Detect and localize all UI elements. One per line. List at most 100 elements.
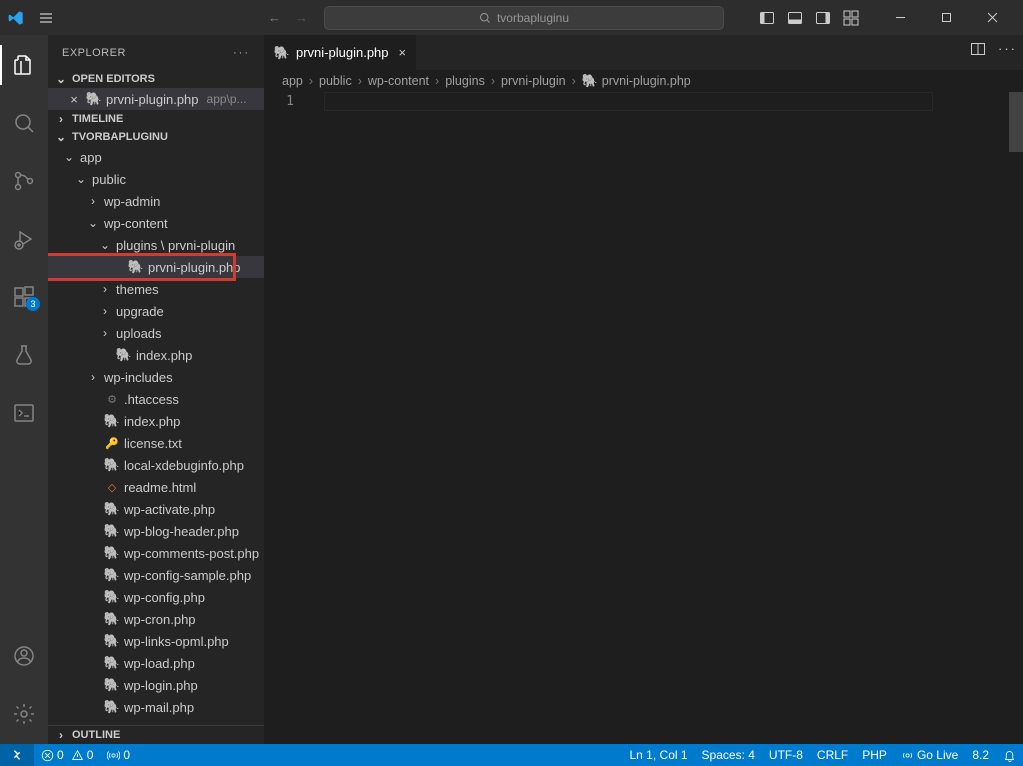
activity-account[interactable]	[0, 636, 48, 676]
tree-folder[interactable]: ⌄wp-content	[48, 212, 264, 234]
tree-item-label: readme.html	[124, 480, 196, 495]
tree-file[interactable]: 🐘wp-mail.php	[48, 696, 264, 718]
window-minimize[interactable]	[877, 0, 923, 35]
layout-primary-icon[interactable]	[759, 10, 775, 26]
status-notifications[interactable]	[996, 749, 1023, 762]
breadcrumb-item[interactable]: prvni-plugin.php	[602, 74, 691, 88]
window-close[interactable]	[969, 0, 1015, 35]
tree-item-label: wp-admin	[104, 194, 160, 209]
layout-customize-icon[interactable]	[843, 10, 859, 26]
breadcrumb-item[interactable]: prvni-plugin	[501, 74, 566, 88]
remote-button[interactable]	[0, 744, 34, 766]
chevron-right-icon: ›	[54, 728, 68, 742]
menu-button[interactable]	[32, 6, 60, 30]
split-editor-icon[interactable]	[970, 41, 986, 57]
activity-explorer[interactable]	[0, 45, 48, 85]
tree-file[interactable]: ◇readme.html	[48, 476, 264, 498]
command-center[interactable]: tvorbapluginu	[324, 6, 724, 30]
open-editors-section[interactable]: ⌄ OPEN EDITORS	[48, 70, 264, 88]
tree-item-label: public	[92, 172, 126, 187]
tree-folder[interactable]: ⌄app	[48, 146, 264, 168]
status-cursor[interactable]: Ln 1, Col 1	[623, 748, 695, 762]
explorer-more-icon[interactable]: ···	[233, 47, 250, 59]
editor-tab[interactable]: 🐘 prvni-plugin.php ×	[264, 35, 417, 70]
chevron-right-icon: ›	[86, 370, 100, 384]
status-ext[interactable]: 8.2	[965, 748, 996, 762]
status-bar: 0 0 0 Ln 1, Col 1 Spaces: 4 UTF-8 CRLF P…	[0, 744, 1023, 766]
php-icon: 🐘	[104, 567, 120, 583]
activity-terminal[interactable]	[0, 393, 48, 433]
activity-debug[interactable]	[0, 219, 48, 259]
chevron-down-icon: ⌄	[54, 130, 68, 144]
status-ports[interactable]: 0	[100, 748, 137, 762]
tree-file[interactable]: 🐘wp-links-opml.php	[48, 630, 264, 652]
breadcrumb-item[interactable]: public	[319, 74, 352, 88]
status-spaces[interactable]: Spaces: 4	[695, 748, 762, 762]
tree-file[interactable]: 🐘wp-activate.php	[48, 498, 264, 520]
layout-secondary-icon[interactable]	[815, 10, 831, 26]
breadcrumb-separator: ›	[309, 74, 313, 88]
code-editor[interactable]: 1	[264, 92, 1023, 744]
tree-file[interactable]: 🐘prvni-plugin.php	[48, 256, 264, 278]
tree-file[interactable]: ⚙.htaccess	[48, 388, 264, 410]
php-icon: 🐘	[104, 589, 120, 605]
tree-file[interactable]: 🐘local-xdebuginfo.php	[48, 454, 264, 476]
tree-file[interactable]: 🐘wp-load.php	[48, 652, 264, 674]
status-language[interactable]: PHP	[855, 748, 894, 762]
tree-file[interactable]: 🐘wp-cron.php	[48, 608, 264, 630]
outline-section[interactable]: › OUTLINE	[48, 725, 264, 744]
tree-folder[interactable]: ›wp-includes	[48, 366, 264, 388]
status-encoding[interactable]: UTF-8	[762, 748, 810, 762]
nav-forward[interactable]: →	[295, 10, 308, 25]
php-icon: 🐘	[104, 523, 120, 539]
activity-testing[interactable]	[0, 335, 48, 375]
nav-back[interactable]: ←	[268, 10, 281, 25]
breadcrumb-item[interactable]: wp-content	[368, 74, 429, 88]
tree-item-label: wp-activate.php	[124, 502, 215, 517]
tree-file[interactable]: 🐘wp-config-sample.php	[48, 564, 264, 586]
breadcrumb-item[interactable]: plugins	[445, 74, 485, 88]
timeline-section[interactable]: › TIMELINE	[48, 110, 264, 128]
tree-file[interactable]: 🐘index.php	[48, 410, 264, 432]
tree-folder[interactable]: ⌄public	[48, 168, 264, 190]
tree-folder[interactable]: ›uploads	[48, 322, 264, 344]
tree-file[interactable]: 🐘wp-config.php	[48, 586, 264, 608]
tree-folder[interactable]: ›themes	[48, 278, 264, 300]
close-icon[interactable]: ×	[399, 45, 407, 60]
tree-item-label: themes	[116, 282, 159, 297]
layout-panel-icon[interactable]	[787, 10, 803, 26]
tree-folder[interactable]: ›upgrade	[48, 300, 264, 322]
tree-folder[interactable]: ›wp-admin	[48, 190, 264, 212]
activity-extensions[interactable]: 3	[0, 277, 48, 317]
more-actions-icon[interactable]: ···	[998, 41, 1017, 57]
project-section[interactable]: ⌄ TVORBAPLUGINU	[48, 128, 264, 146]
status-eol[interactable]: CRLF	[810, 748, 855, 762]
breadcrumbs[interactable]: app›public›wp-content›plugins›prvni-plug…	[264, 70, 1023, 92]
tree-file[interactable]: 🐘wp-login.php	[48, 674, 264, 696]
chevron-right-icon: ›	[54, 112, 68, 126]
activity-settings[interactable]	[0, 694, 48, 734]
tree-file[interactable]: 🐘index.php	[48, 344, 264, 366]
close-icon[interactable]: ×	[66, 92, 82, 107]
tree-file[interactable]: 🐘wp-blog-header.php	[48, 520, 264, 542]
activity-source-control[interactable]	[0, 161, 48, 201]
scrollbar-vertical[interactable]	[1009, 92, 1023, 744]
tree-item-label: index.php	[136, 348, 192, 363]
activity-search[interactable]	[0, 103, 48, 143]
activity-bar: 3	[0, 35, 48, 744]
project-label: TVORBAPLUGINU	[72, 131, 168, 143]
chevron-down-icon: ⌄	[86, 216, 100, 230]
tree-item-label: upgrade	[116, 304, 164, 319]
status-golive[interactable]: Go Live	[894, 748, 965, 762]
tree-item-label: plugins \ prvni-plugin	[116, 238, 235, 253]
tree-file[interactable]: 🔑license.txt	[48, 432, 264, 454]
open-editor-item[interactable]: × 🐘 prvni-plugin.php app\p...	[48, 88, 264, 110]
tree-folder[interactable]: ⌄plugins \ prvni-plugin	[48, 234, 264, 256]
php-icon: 🐘	[104, 633, 120, 649]
window-maximize[interactable]	[923, 0, 969, 35]
tree-file[interactable]: 🐘wp-comments-post.php	[48, 542, 264, 564]
breadcrumb-item[interactable]: app	[282, 74, 303, 88]
tree-item-label: uploads	[116, 326, 162, 341]
php-icon: 🐘	[104, 457, 120, 473]
status-problems[interactable]: 0 0	[34, 748, 100, 762]
